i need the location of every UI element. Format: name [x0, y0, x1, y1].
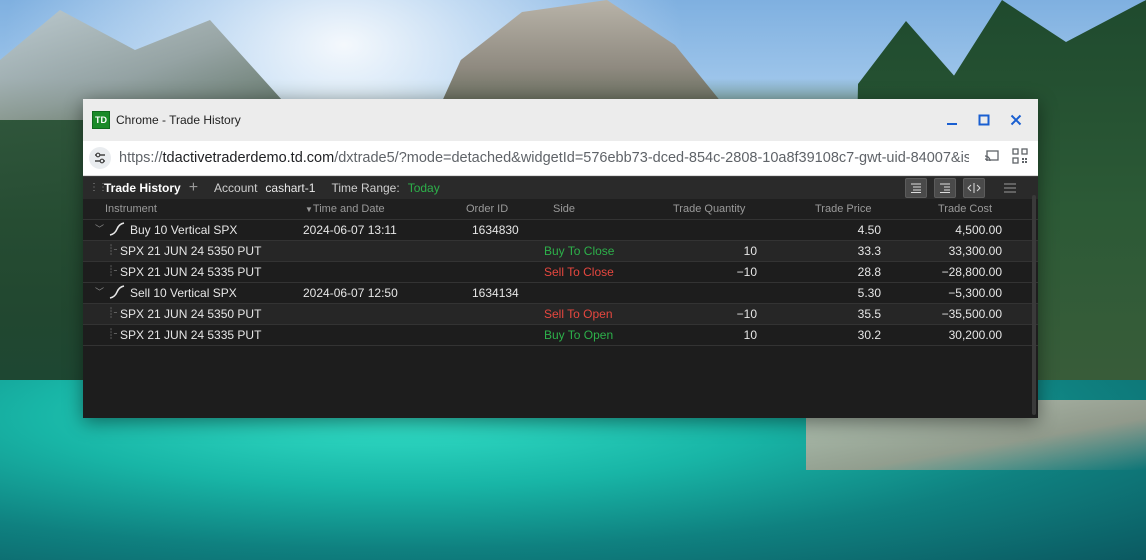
- window-title: Chrome - Trade History: [116, 113, 241, 127]
- column-header-price[interactable]: Trade Price: [815, 199, 871, 219]
- tree-connector-icon: ┊╴: [108, 308, 121, 319]
- row-instrument: Buy 10 Vertical SPX: [130, 223, 238, 237]
- window-titlebar[interactable]: TD Chrome - Trade History: [83, 99, 1038, 141]
- split-view-icon: [967, 183, 981, 193]
- row-order-id: 1634830: [472, 223, 519, 237]
- row-price: 35.5: [857, 307, 881, 321]
- row-instrument: SPX 21 JUN 24 5335 PUT: [120, 328, 262, 342]
- row-side: Buy To Open: [544, 328, 614, 342]
- sort-descending-icon: ▼: [305, 205, 313, 214]
- time-range-selector[interactable]: Today: [408, 181, 440, 195]
- hamburger-menu-icon: [1004, 183, 1016, 193]
- account-label: Account: [214, 181, 258, 195]
- qr-code-button[interactable]: [1012, 147, 1028, 169]
- list-collapse-icon: [940, 183, 950, 193]
- url-path: /dxtrade5/?mode=detached&widgetId=576ebb…: [334, 150, 969, 166]
- column-header-order-id[interactable]: Order ID: [466, 199, 508, 219]
- td-logo-icon: TD: [92, 111, 110, 129]
- column-header-instrument[interactable]: Instrument: [105, 199, 157, 219]
- row-side: Sell To Close: [544, 265, 614, 279]
- row-price: 33.3: [857, 244, 881, 258]
- table-row-leg[interactable]: ┊╴ SPX 21 JUN 24 5335 PUT Buy To Open 10…: [83, 325, 1038, 346]
- widget-menu-button[interactable]: [1002, 178, 1018, 198]
- address-bar-actions: [980, 141, 1028, 175]
- vertical-spread-icon: [109, 222, 125, 236]
- cast-button[interactable]: [984, 148, 1000, 169]
- minimize-button[interactable]: [936, 104, 968, 136]
- tree-connector-icon: ┊╴: [108, 245, 121, 256]
- row-instrument: Sell 10 Vertical SPX: [130, 286, 237, 300]
- row-cost: 30,200.00: [948, 328, 1002, 342]
- row-time: 2024-06-07 12:50: [303, 286, 398, 300]
- row-price: 28.8: [857, 265, 881, 279]
- url-host: tdactivetraderdemo.td.com: [162, 150, 335, 166]
- vertical-scrollbar[interactable]: [1032, 195, 1036, 415]
- table-row-strategy[interactable]: ﹀ Buy 10 Vertical SPX 2024-06-07 13:11 1…: [83, 220, 1038, 241]
- row-instrument: SPX 21 JUN 24 5335 PUT: [120, 265, 262, 279]
- toolbar-buttons: [905, 178, 1018, 198]
- row-cost: −35,500.00: [941, 307, 1002, 321]
- maximize-button[interactable]: [968, 104, 1000, 136]
- row-price: 4.50: [857, 223, 881, 237]
- expand-chevron-icon[interactable]: ﹀: [95, 220, 104, 238]
- window-controls: [936, 99, 1032, 141]
- row-cost: −28,800.00: [941, 265, 1002, 279]
- column-header-cost[interactable]: Trade Cost: [938, 199, 992, 219]
- table-row-leg[interactable]: ┊╴ SPX 21 JUN 24 5350 PUT Sell To Open −…: [83, 304, 1038, 325]
- row-qty: [657, 283, 757, 303]
- widget-toolbar: ⋮⋮ Trade History + Account cashart-1 Tim…: [83, 176, 1038, 199]
- address-bar: https://tdactivetraderdemo.td.com/dxtrad…: [83, 141, 1038, 176]
- split-view-button[interactable]: [963, 178, 985, 198]
- row-instrument: SPX 21 JUN 24 5350 PUT: [120, 307, 262, 321]
- row-qty: [657, 220, 757, 240]
- table-row-leg[interactable]: ┊╴ SPX 21 JUN 24 5335 PUT Sell To Close …: [83, 262, 1038, 283]
- tune-icon: [95, 152, 105, 164]
- row-side: Sell To Open: [544, 307, 613, 321]
- close-icon: [1010, 114, 1022, 126]
- row-time: 2024-06-07 13:11: [303, 223, 397, 237]
- tree-connector-icon: ┊╴: [108, 329, 121, 340]
- row-side: Buy To Close: [544, 244, 615, 258]
- table-header: Instrument ▼Time and Date Order ID Side …: [83, 199, 1038, 220]
- site-info-button[interactable]: [89, 147, 111, 169]
- collapse-all-button[interactable]: [934, 178, 956, 198]
- row-instrument: SPX 21 JUN 24 5350 PUT: [120, 244, 262, 258]
- row-qty: −10: [736, 265, 757, 279]
- close-button[interactable]: [1000, 104, 1032, 136]
- background-forest-left: [0, 120, 90, 420]
- tree-connector-icon: ┊╴: [108, 266, 121, 277]
- list-expand-icon: [911, 183, 921, 193]
- row-cost: −5,300.00: [948, 286, 1002, 300]
- table-row-strategy[interactable]: ﹀ Sell 10 Vertical SPX 2024-06-07 12:50 …: [83, 283, 1038, 304]
- column-header-time[interactable]: ▼Time and Date: [305, 199, 385, 219]
- url-prefix: https://: [119, 150, 163, 166]
- column-header-qty[interactable]: Trade Quantity: [673, 199, 745, 219]
- time-range-label: Time Range:: [331, 181, 400, 195]
- row-price: 30.2: [857, 328, 881, 342]
- widget-title: Trade History: [104, 181, 181, 195]
- add-widget-button[interactable]: +: [189, 180, 198, 196]
- row-price: 5.30: [857, 286, 881, 300]
- drag-handle-icon[interactable]: ⋮⋮: [89, 183, 108, 193]
- trade-history-table: Instrument ▼Time and Date Order ID Side …: [83, 199, 1038, 346]
- column-header-side[interactable]: Side: [553, 199, 575, 219]
- qr-code-icon: [1012, 147, 1028, 164]
- row-qty: 10: [743, 328, 757, 342]
- expand-all-button[interactable]: [905, 178, 927, 198]
- row-cost: 4,500.00: [955, 223, 1002, 237]
- trade-history-window: TD Chrome - Trade History https://tdacti…: [83, 99, 1038, 418]
- minimize-icon: [947, 123, 957, 125]
- cast-icon: [984, 149, 999, 161]
- expand-chevron-icon[interactable]: ﹀: [95, 283, 104, 301]
- row-order-id: 1634134: [472, 286, 519, 300]
- maximize-icon: [978, 114, 990, 126]
- row-qty: 10: [743, 244, 757, 258]
- column-header-time-label: Time and Date: [312, 203, 385, 215]
- account-selector[interactable]: cashart-1: [265, 181, 315, 195]
- table-row-leg[interactable]: ┊╴ SPX 21 JUN 24 5350 PUT Buy To Close 1…: [83, 241, 1038, 262]
- url-text[interactable]: https://tdactivetraderdemo.td.com/dxtrad…: [119, 150, 969, 166]
- vertical-spread-icon: [109, 285, 125, 299]
- row-cost: 33,300.00: [948, 244, 1002, 258]
- row-qty: −10: [736, 307, 757, 321]
